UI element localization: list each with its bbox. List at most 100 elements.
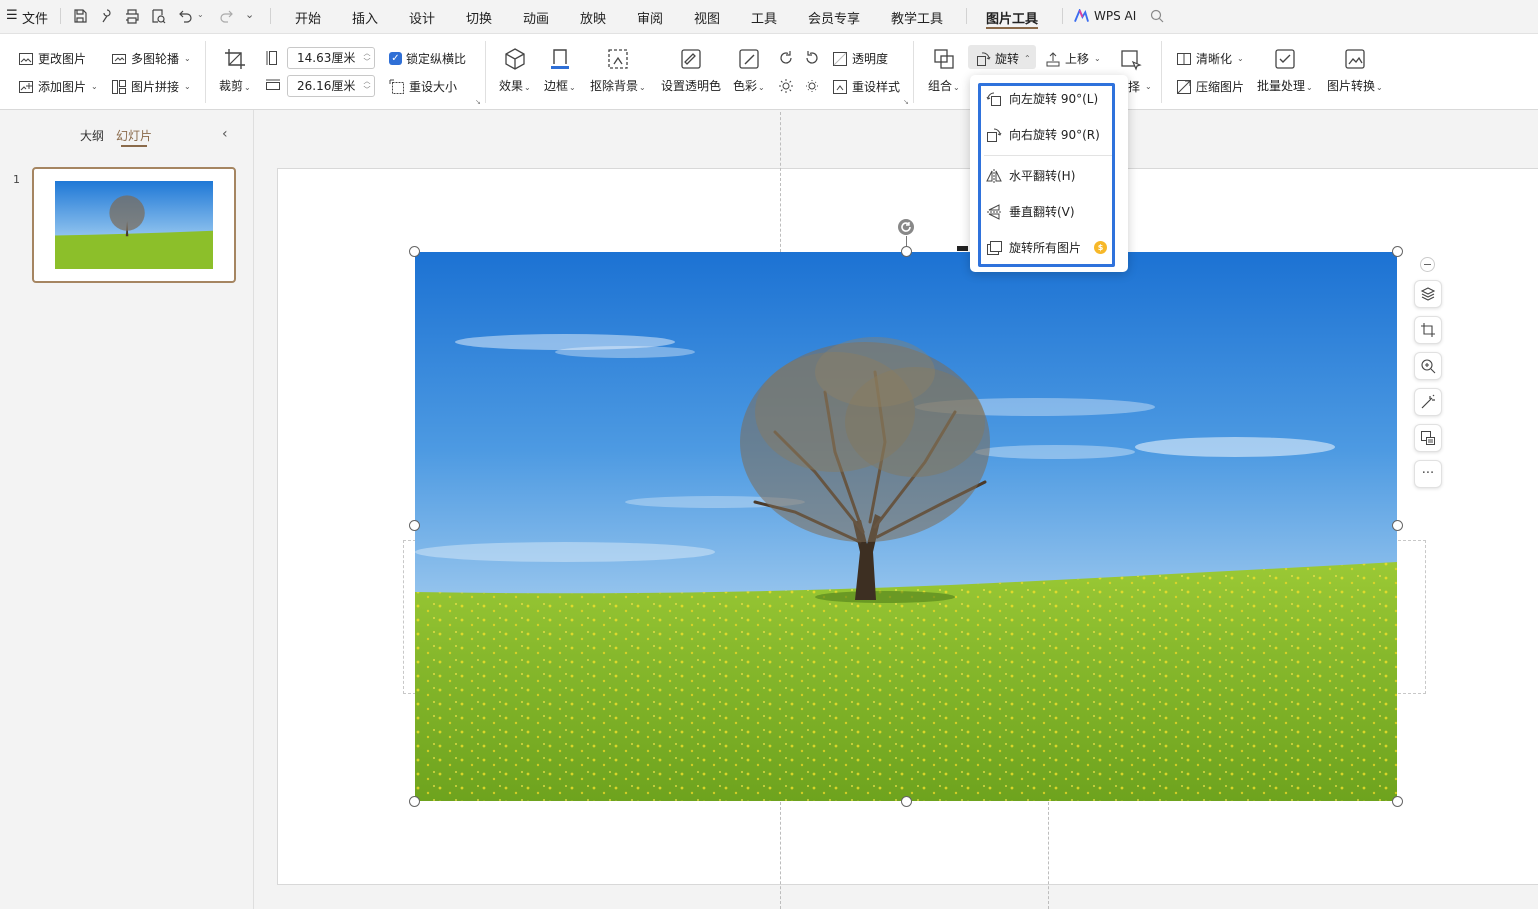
- effects-button[interactable]: 效果⌄: [499, 47, 531, 94]
- checkbox-checked-icon[interactable]: ✓: [389, 52, 402, 65]
- flip-vertical-item[interactable]: 垂直翻转(V): [986, 203, 1075, 220]
- width-value: 26.16厘米: [297, 79, 356, 93]
- height-spinner[interactable]: ︿ ﹀: [362, 49, 372, 67]
- lock-aspect-label: 锁定纵横比: [406, 52, 467, 66]
- rotation-handle[interactable]: [897, 218, 915, 236]
- picture-stitch-button[interactable]: 图片拼接 ⌄: [111, 78, 191, 95]
- increase-contrast-icon[interactable]: [778, 50, 794, 66]
- batch-process-button[interactable]: 批量处理⌄: [1257, 47, 1313, 94]
- compress-icon: [1177, 79, 1191, 94]
- chevron-down-icon: ⌄: [1145, 82, 1152, 91]
- reset-size-icon: [389, 79, 404, 94]
- decrease-brightness-icon[interactable]: [804, 78, 820, 94]
- group-button[interactable]: 组合⌄: [928, 47, 960, 94]
- reset-style-button[interactable]: 重设样式: [832, 78, 900, 95]
- set-transparent-color-button[interactable]: 设置透明色: [661, 47, 721, 94]
- compress-button[interactable]: 压缩图片: [1176, 78, 1244, 95]
- selection-pane-icon[interactable]: [1119, 48, 1143, 72]
- ai-magic-button[interactable]: [1414, 388, 1442, 416]
- tab-tools[interactable]: 工具: [751, 8, 777, 27]
- image-to-text-button[interactable]: [1414, 424, 1442, 452]
- lock-aspect-checkbox[interactable]: ✓ 锁定纵横比: [389, 50, 466, 67]
- sharpen-button[interactable]: 清晰化 ⌄: [1176, 50, 1244, 67]
- tab-design[interactable]: 设计: [409, 8, 435, 27]
- resize-handle-n[interactable]: [901, 246, 912, 257]
- remove-background-button[interactable]: 抠除背景⌄: [590, 47, 646, 94]
- hamburger-icon[interactable]: ☰: [6, 8, 18, 23]
- transparency-button[interactable]: 透明度: [832, 50, 888, 67]
- format-painter-icon[interactable]: [98, 8, 114, 24]
- tab-view[interactable]: 视图: [694, 8, 720, 27]
- zoom-button[interactable]: [1414, 352, 1442, 380]
- sharpen-label: 清晰化: [1196, 52, 1233, 66]
- layers-button[interactable]: [1414, 280, 1442, 308]
- selection-label: 择: [1128, 80, 1141, 94]
- width-input[interactable]: 26.16厘米 ︿ ﹀: [287, 75, 375, 97]
- smart-guide: [780, 112, 781, 252]
- chevron-down-icon: ⌄: [184, 54, 191, 63]
- resize-handle-nw[interactable]: [409, 246, 420, 257]
- tab-animation[interactable]: 动画: [523, 8, 549, 27]
- width-spinner[interactable]: ︿ ﹀: [362, 77, 372, 95]
- move-up-button[interactable]: 上移 ⌄: [1045, 50, 1101, 67]
- resize-handle-s[interactable]: [901, 796, 912, 807]
- redo-icon[interactable]: [218, 8, 234, 24]
- divider: [1062, 8, 1063, 24]
- save-icon[interactable]: [72, 8, 88, 24]
- collapse-panel-icon[interactable]: ‹: [222, 126, 228, 142]
- rotate-button[interactable]: 旋转 ⌃: [975, 50, 1031, 67]
- tab-outline[interactable]: 大纲: [80, 127, 104, 144]
- picture-convert-button[interactable]: 图片转换⌄: [1327, 47, 1383, 94]
- dialog-launcher-icon[interactable]: ↘: [903, 98, 909, 106]
- rotate-right-90-item[interactable]: 向右旋转 90°(R): [986, 126, 1100, 143]
- chevron-down-icon: ⌄: [569, 83, 576, 92]
- crop-mark: [957, 246, 968, 251]
- height-input[interactable]: 14.63厘米 ︿ ﹀: [287, 47, 375, 69]
- selection-pane-button[interactable]: 择 ⌄: [1128, 78, 1152, 95]
- move-up-label: 上移: [1065, 52, 1090, 66]
- resize-handle-sw[interactable]: [409, 796, 420, 807]
- tab-member[interactable]: 会员专享: [808, 8, 860, 27]
- increase-brightness-icon[interactable]: [778, 78, 794, 94]
- undo-icon[interactable]: [178, 8, 194, 24]
- tab-review[interactable]: 审阅: [637, 8, 663, 27]
- rotate-icon: [977, 51, 991, 66]
- border-button[interactable]: 边框⌄: [544, 47, 576, 94]
- slide-thumbnail[interactable]: [32, 167, 236, 283]
- resize-handle-se[interactable]: [1392, 796, 1403, 807]
- resize-handle-e[interactable]: [1392, 520, 1403, 531]
- rotate-left-90-item[interactable]: 向左旋转 90°(L): [986, 90, 1098, 107]
- flip-vertical-label: 垂直翻转(V): [1009, 205, 1075, 219]
- tab-picture-tools[interactable]: 图片工具: [986, 8, 1038, 27]
- decrease-contrast-icon[interactable]: [804, 50, 820, 66]
- multi-carousel-button[interactable]: 多图轮播 ⌄: [111, 50, 191, 67]
- change-picture-button[interactable]: 更改图片: [18, 50, 86, 67]
- search-icon[interactable]: [1150, 9, 1164, 23]
- tab-insert[interactable]: 插入: [352, 8, 378, 27]
- print-preview-icon[interactable]: [150, 8, 166, 24]
- dialog-launcher-icon[interactable]: ↘: [475, 98, 481, 106]
- collapse-toolbar-button[interactable]: [1420, 257, 1435, 272]
- more-dropdown-icon[interactable]: ⌄: [245, 8, 254, 21]
- resize-handle-ne[interactable]: [1392, 246, 1403, 257]
- crop-button[interactable]: 裁剪⌄: [219, 47, 251, 94]
- wps-ai-button[interactable]: WPS AI: [1094, 9, 1136, 23]
- tab-slides[interactable]: 幻灯片: [116, 127, 152, 144]
- resize-handle-w[interactable]: [409, 520, 420, 531]
- menu-file[interactable]: 文件: [22, 8, 48, 27]
- flip-horizontal-item[interactable]: 水平翻转(H): [986, 167, 1075, 184]
- undo-dropdown-icon[interactable]: ⌄: [197, 10, 204, 19]
- add-picture-button[interactable]: 添加图片 ⌄: [18, 78, 98, 95]
- selected-picture[interactable]: [415, 252, 1397, 801]
- print-icon[interactable]: [124, 8, 140, 24]
- crop-float-button[interactable]: [1414, 316, 1442, 344]
- tab-home[interactable]: 开始: [295, 8, 321, 27]
- rotate-all-pictures-item[interactable]: 旋转所有图片 $: [986, 239, 1108, 256]
- reset-size-button[interactable]: 重设大小: [389, 78, 457, 95]
- more-options-button[interactable]: ···: [1414, 460, 1442, 488]
- flip-horizontal-label: 水平翻转(H): [1009, 169, 1076, 183]
- tab-teaching[interactable]: 教学工具: [891, 8, 943, 27]
- tab-slideshow[interactable]: 放映: [580, 8, 606, 27]
- color-button[interactable]: 色彩⌄: [733, 47, 765, 94]
- tab-transitions[interactable]: 切换: [466, 8, 492, 27]
